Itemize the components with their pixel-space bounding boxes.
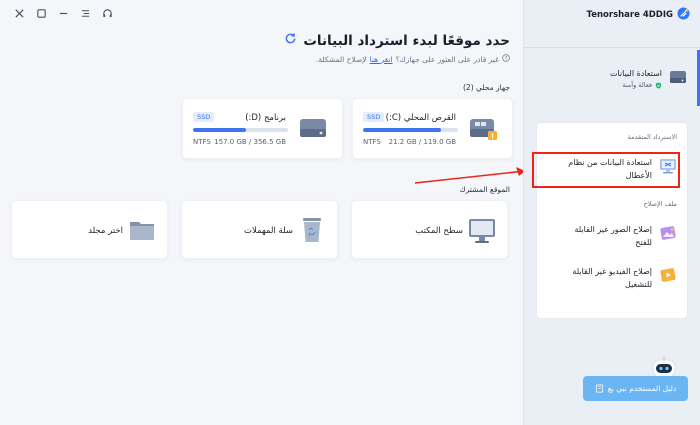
drive-card-d[interactable]: برنامج (D:) SSD NTFS 157.0 GB / 356.5 GB [182,98,343,159]
click-here-link[interactable]: انقر هنا [370,55,393,64]
video-repair-icon [660,268,676,282]
desktop-icon [469,219,495,243]
drive-type-badge: SSD [193,112,215,122]
book-icon [595,384,603,393]
drive-icon: ! [470,119,497,141]
maximize-button[interactable] [30,5,52,21]
close-icon [14,8,24,18]
location-label: سطح المكتب [415,226,463,236]
location-label: اختر مجلد [88,226,123,236]
drive-name: برنامج (D:) [245,113,286,123]
sidebar-item-label: استعادة البيانات [609,69,662,78]
drive-usage-fill [193,128,247,132]
drive-icon [300,119,326,137]
brand: Tenorshare 4DDIG [587,7,690,23]
minimize-button[interactable] [52,5,74,21]
location-card-choose-folder[interactable]: اختر مجلد [11,200,168,259]
support-button[interactable] [96,5,118,21]
recycle-bin-icon [303,218,321,242]
brand-name: Tenorshare 4DDIG [586,10,673,20]
location-card-recycle-bin[interactable]: سلة المهملات [181,200,338,259]
help-icon: ? [502,54,510,64]
drive-filesystem: NTFS [193,138,211,146]
annotation-arrow-icon [414,167,526,184]
drive-size: 157.0 GB / 356.5 GB [214,138,286,146]
drive-usage-fill [363,128,441,132]
minimize-icon [59,12,67,14]
drive-usage-bar [363,128,458,132]
drive-type-badge: SSD [363,112,385,122]
sidebar: Tenorshare 4DDIG استعادة البيانات فعالة … [523,0,700,425]
svg-text:!: ! [491,133,494,141]
local-devices-label: جهاز محلي (2) [462,83,510,92]
help-text: ? غير قادر على العثور على جهازك؟ انقر هن… [316,54,510,64]
advanced-recovery-label: الاسترداد المتقدمة [627,133,677,141]
headset-icon [102,8,112,17]
shield-check-icon [655,81,662,89]
drive-filesystem: NTFS [363,138,381,146]
sidebar-divider [524,47,700,48]
user-guide-button[interactable]: دليل المستخدم نبي بع [583,376,688,401]
folder-icon [130,222,154,240]
refresh-button[interactable] [284,32,297,49]
window-controls [8,5,118,21]
brand-logo-icon [677,7,690,23]
menu-icon [81,9,89,17]
sidebar-item-label: إصلاح الصور غير القابلة للفتح [574,225,653,247]
location-label: سلة المهملات [244,226,293,236]
sidebar-item-video-repair[interactable]: إصلاح الفيديو غير القابلة للتشغيل [560,265,678,291]
photo-repair-icon [660,226,676,240]
location-card-desktop[interactable]: سطح المكتب [351,200,508,259]
sidebar-item-sub: فعالة وآمنة [610,81,662,89]
page-title: حدد موقعًا لبدء استرداد البيانات [284,32,510,49]
close-button[interactable] [8,5,30,21]
drive-name: القرص المحلي (C:) [385,113,456,123]
repair-section-label: ملف الإصلاح [643,200,677,208]
page-title-text: حدد موقعًا لبدء استرداد البيانات [303,32,510,49]
data-recovery-icon [670,71,686,83]
help-prefix: غير قادر على العثور على جهازك؟ [395,54,499,64]
highlight-box [532,152,680,188]
menu-button[interactable] [74,5,96,21]
sidebar-item-label: إصلاح الفيديو غير القابلة للتشغيل [572,267,652,289]
main-panel: حدد موقعًا لبدء استرداد البيانات ? غير ق… [0,0,523,425]
maximize-icon [36,8,46,18]
refresh-icon [285,33,296,44]
drive-size: 21.2 GB / 119.0 GB [388,138,456,146]
sidebar-item-photo-repair[interactable]: إصلاح الصور غير القابلة للفتح [560,223,678,249]
sidebar-item-sub-text: فعالة وآمنة [622,81,652,89]
sidebar-item-data-recovery[interactable]: استعادة البيانات فعالة وآمنة [610,67,688,89]
drive-card-c[interactable]: القرص المحلي (C:) SSD NTFS 21.2 GB / 119… [352,98,513,159]
user-guide-label: دليل المستخدم نبي بع [607,384,677,393]
help-suffix: لإصلاح المشكلة. [315,54,367,64]
drive-usage-bar [193,128,288,132]
